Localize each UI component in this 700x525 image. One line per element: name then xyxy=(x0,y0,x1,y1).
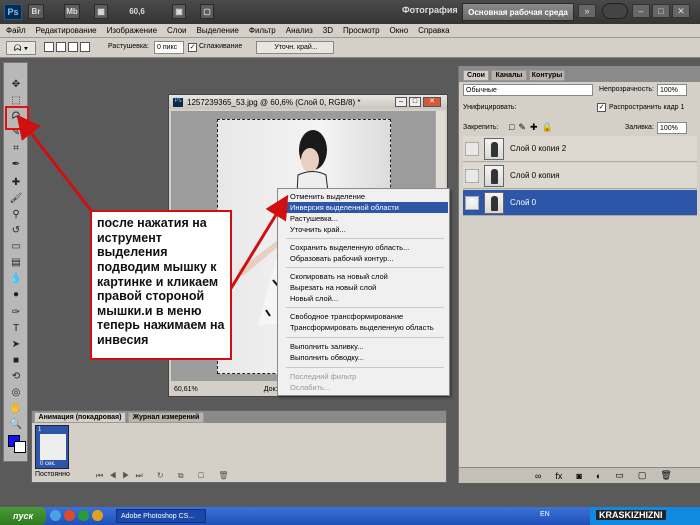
layer-row[interactable]: Слой 0 копия 2 xyxy=(463,136,697,162)
playback-controls[interactable]: ⏮◀▶⏭ ↻ ⧉ ▢ 🗑 xyxy=(96,471,235,481)
eye-icon[interactable]: 👁 xyxy=(465,195,479,210)
mask-icon: ◙ xyxy=(576,470,582,481)
layer-name: Слой 0 копия 2 xyxy=(510,144,567,153)
annotation-note: после нажатия на иструмент выделения под… xyxy=(90,210,232,360)
layer-row-active[interactable]: 👁 Слой 0 xyxy=(463,190,697,216)
tab-animation[interactable]: Анимация (покадровая) xyxy=(34,412,126,423)
watermark: KRASKIZHIZNI xyxy=(596,510,666,520)
propagate-checkbox[interactable]: ✓ xyxy=(597,103,606,112)
tab-channels[interactable]: Каналы xyxy=(491,70,527,81)
taskbar-photoshop[interactable]: Adobe Photoshop CS... xyxy=(116,509,206,523)
new-layer-icon: ▢ xyxy=(637,470,647,480)
adjustment-icon: ◐ xyxy=(595,470,602,481)
layer-thumbnail xyxy=(484,164,504,187)
lock-icons[interactable]: □✎✚🔒 xyxy=(509,122,557,133)
quick-launch-icons[interactable] xyxy=(50,510,110,522)
tab-measurement-log[interactable]: Журнал измерений xyxy=(128,412,204,423)
frame-delay[interactable]: 0 сек. xyxy=(40,461,56,467)
system-tray: KRASKIZHIZNI xyxy=(590,507,700,525)
windows-taskbar: пуск Adobe Photoshop CS... EN KRASKIZHIZ… xyxy=(0,507,700,525)
blend-mode-select[interactable]: Обычные xyxy=(463,84,593,96)
layer-name: Слой 0 xyxy=(510,198,537,207)
layers-footer-icons[interactable]: ∞ fx ◙ ◐ ▭ ▢ 🗑 xyxy=(459,467,700,483)
frame-thumbnail xyxy=(40,434,66,460)
tab-paths[interactable]: Контуры xyxy=(529,70,565,81)
layer-row[interactable]: Слой 0 копия xyxy=(463,163,697,189)
layer-thumbnail xyxy=(484,191,504,214)
opacity-label: Непрозрачность: xyxy=(599,86,654,93)
propagate-label: Распространить кадр 1 xyxy=(609,104,685,111)
fill-label: Заливка: xyxy=(625,124,654,131)
start-button[interactable]: пуск xyxy=(0,507,46,525)
unify-label: Унифицировать: xyxy=(463,104,517,111)
lock-label: Закрепить: xyxy=(463,124,499,131)
eye-icon[interactable] xyxy=(465,168,479,183)
animation-frame[interactable]: 1 0 сек. xyxy=(35,425,69,469)
group-icon: ▭ xyxy=(615,470,624,480)
opacity-input[interactable]: 100% xyxy=(657,84,687,96)
layers-panel: Слои Каналы Контуры Обычные Непрозрачнос… xyxy=(458,66,700,483)
layer-name: Слой 0 копия xyxy=(510,171,560,180)
link-layers-icon: ∞ xyxy=(535,470,542,481)
trash-icon: 🗑 xyxy=(660,470,672,480)
loop-select[interactable]: Постоянно xyxy=(35,471,70,478)
eye-icon[interactable] xyxy=(465,141,479,156)
tab-layers[interactable]: Слои xyxy=(463,70,489,81)
frame-number: 1 xyxy=(38,427,42,433)
fx-icon: fx xyxy=(555,470,563,481)
layer-thumbnail xyxy=(484,137,504,160)
animation-panel: Анимация (покадровая) Журнал измерений 1… xyxy=(31,410,447,483)
language-indicator[interactable]: EN xyxy=(540,511,550,518)
fill-input[interactable]: 100% xyxy=(657,122,687,134)
